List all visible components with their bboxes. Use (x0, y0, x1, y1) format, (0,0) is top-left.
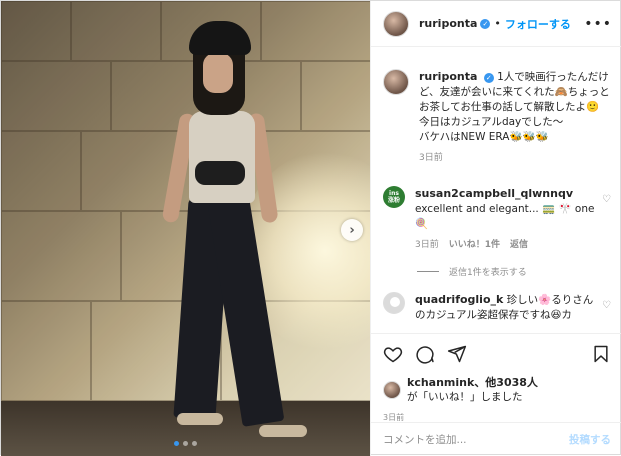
avatar-text: 涨粉 (387, 197, 400, 204)
comments-list[interactable]: ruriponta ✓ 1人で映画行ったんだけど、友達が会いに来てくれた🙈ちょっ… (371, 47, 621, 333)
heart-icon[interactable] (383, 344, 403, 364)
avatar-text: ins (389, 190, 399, 197)
likes-text: kchanmink、他3038人 が「いいね！」しました (407, 376, 538, 404)
header-username[interactable]: ruriponta (419, 17, 477, 30)
comment-input[interactable] (383, 433, 569, 446)
action-icons (383, 342, 611, 366)
instagram-post-embed: › ruriponta ✓ • フォローする ••• ruriponta ✓ 1… (0, 0, 621, 456)
comment-body: susan2campbell_qlwnnqv excellent and ele… (415, 186, 596, 253)
share-icon[interactable] (447, 344, 467, 364)
verified-badge-icon: ✓ (480, 18, 491, 29)
caption-body: ruriponta ✓ 1人で映画行ったんだけど、友達が会いに来てくれた🙈ちょっ… (419, 69, 611, 166)
sandal (177, 413, 223, 425)
bucket-hat (189, 21, 251, 55)
view-replies-label: 返信1件を表示する (449, 268, 527, 278)
comment-username[interactable]: quadrifoglio_k (415, 293, 503, 306)
wall-stone (1, 211, 121, 301)
wall-stone (1, 131, 81, 211)
carousel-next-button[interactable]: › (341, 219, 363, 241)
comment-text: excellent and elegant... 🚃 🎌 one 🍭 (415, 203, 595, 230)
replies-line (417, 271, 439, 272)
wall-stone (1, 61, 111, 131)
comment-meta: 3日前 いいね！1件 返信 (415, 238, 596, 253)
wall-stone (71, 1, 161, 61)
reply-button[interactable]: 返信 (510, 238, 528, 253)
avatar[interactable] (383, 292, 405, 314)
separator-dot: • (494, 17, 501, 30)
caption-username[interactable]: ruriponta (419, 70, 477, 83)
caption-time[interactable]: 3日前 (419, 151, 443, 166)
bookmark-icon[interactable] (591, 344, 611, 364)
top-shirt (189, 111, 255, 203)
liked-by-user[interactable]: kchanmink (407, 376, 474, 389)
wall-stone (1, 1, 71, 61)
carousel-dot (174, 441, 179, 446)
avatar[interactable] (383, 69, 409, 95)
verified-badge-icon: ✓ (483, 73, 494, 83)
comment-likes[interactable]: いいね！1件 (449, 238, 500, 253)
add-comment-bar: 投稿する (371, 422, 621, 456)
comment-body: quadrifoglio_k 珍しい🌸るりさんのカジュアル姿超保存ですね😆カ (415, 292, 596, 323)
person-figure (151, 21, 311, 441)
view-replies-button[interactable]: 返信1件を表示する (417, 265, 611, 278)
comment-username[interactable]: susan2campbell_qlwnnqv (415, 187, 573, 200)
wall-stone (1, 301, 91, 401)
post-side-panel: ruriponta ✓ • フォローする ••• ruriponta ✓ 1人で… (370, 1, 621, 456)
post-actions: kchanmink、他3038人 が「いいね！」しました 3日前 (371, 333, 621, 423)
carousel-dot (183, 441, 188, 446)
wall-stone (301, 61, 370, 131)
comment-like-heart-icon[interactable]: ♡ (602, 194, 611, 205)
comment-item: ins 涨粉 susan2campbell_qlwnnqv excellent … (383, 186, 611, 253)
face (203, 53, 233, 93)
comment-time[interactable]: 3日前 (415, 238, 439, 253)
likes-count[interactable]: 、他3038人 (474, 376, 538, 389)
sandal (259, 425, 307, 437)
caption-meta: 3日前 (419, 151, 611, 166)
more-options-icon[interactable]: ••• (584, 16, 612, 32)
comment-like-heart-icon[interactable]: ♡ (602, 300, 611, 311)
avatar[interactable] (383, 381, 401, 399)
likes-suffix: が「いいね！」しました (407, 391, 523, 403)
carousel-dot (192, 441, 197, 446)
caption: ruriponta ✓ 1人で映画行ったんだけど、友達が会いに来てくれた🙈ちょっ… (383, 69, 611, 166)
waist-bag (195, 161, 245, 185)
chevron-right-icon: › (349, 222, 355, 238)
post-header: ruriponta ✓ • フォローする ••• (371, 1, 621, 47)
post-photo[interactable]: › (1, 1, 370, 456)
comment-icon[interactable] (415, 344, 435, 364)
avatar[interactable]: ins 涨粉 (383, 186, 405, 208)
avatar[interactable] (383, 10, 409, 37)
post-comment-button[interactable]: 投稿する (569, 432, 611, 447)
likes-summary: kchanmink、他3038人 が「いいね！」しました (383, 376, 611, 404)
carousel-indicator (1, 441, 370, 446)
comment-item: quadrifoglio_k 珍しい🌸るりさんのカジュアル姿超保存ですね😆カ ♡ (383, 292, 611, 323)
follow-button[interactable]: フォローする (505, 16, 571, 32)
